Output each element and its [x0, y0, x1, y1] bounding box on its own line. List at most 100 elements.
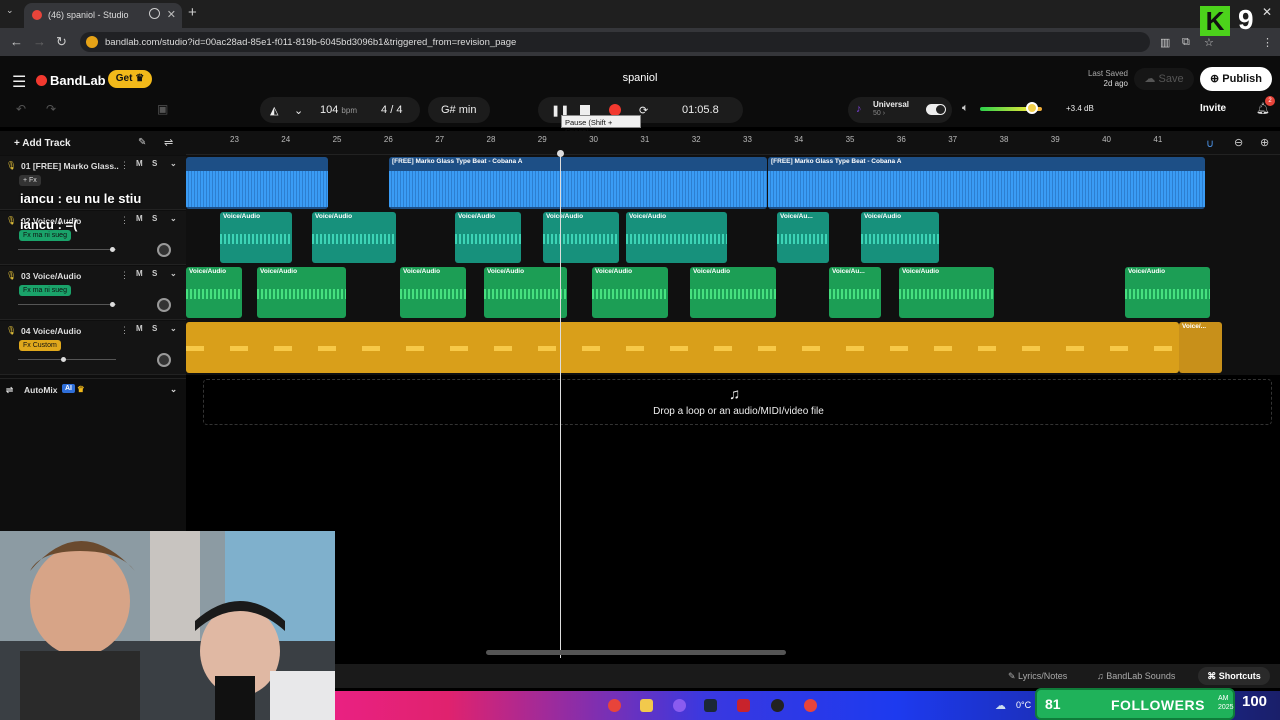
- project-title[interactable]: spaniol: [600, 72, 680, 84]
- voice-clip[interactable]: Voice/Audio: [484, 267, 567, 318]
- bandlab-logo[interactable]: BandLab: [36, 73, 106, 88]
- expand-chevron-icon[interactable]: ⌄: [170, 214, 177, 223]
- voice-clip[interactable]: Voice/Au...: [777, 212, 829, 263]
- track-name[interactable]: 01 [FREE] Marko Glass...: [21, 161, 119, 171]
- chrome-icon[interactable]: [608, 699, 621, 712]
- time-signature[interactable]: 4 / 4: [381, 104, 402, 116]
- bandlab-sounds-button[interactable]: ♫ BandLab Sounds: [1097, 671, 1175, 681]
- voice-clip[interactable]: Voice/Audio: [312, 212, 396, 263]
- expand-chevron-icon[interactable]: ⌄: [170, 324, 177, 333]
- expand-chevron-icon[interactable]: ⌄: [170, 159, 177, 168]
- beat-clip[interactable]: [FREE] Marko Glass Type Beat - Cobana A: [389, 157, 767, 209]
- publish-button[interactable]: ⊕ Publish: [1200, 67, 1272, 91]
- lyrics-notes-button[interactable]: ✎ Lyrics/Notes: [1008, 671, 1067, 682]
- bpm-field[interactable]: 104 bpm: [320, 104, 357, 116]
- reading-mode-icon[interactable]: ▥: [1160, 36, 1170, 49]
- window-close-icon[interactable]: ✕: [1262, 5, 1272, 19]
- edit-icon[interactable]: ✎: [138, 137, 146, 148]
- add-track-button[interactable]: + Add Track: [14, 138, 71, 149]
- forward-icon[interactable]: →: [33, 34, 46, 49]
- reload-icon[interactable]: ↻: [56, 34, 67, 50]
- tab-search-icon[interactable]: ⌄: [6, 5, 14, 16]
- expand-chevron-icon[interactable]: ⌄: [170, 269, 177, 278]
- pan-knob[interactable]: [157, 243, 171, 257]
- chrome-alt-icon[interactable]: [804, 699, 817, 712]
- solo-button[interactable]: S: [152, 159, 157, 168]
- metronome-dropdown-icon[interactable]: ⌄: [294, 104, 303, 117]
- drop-zone[interactable]: ♫ Drop a loop or an audio/MIDI/video fil…: [203, 379, 1272, 425]
- browser-menu-icon[interactable]: ⋮: [1262, 36, 1273, 49]
- menu-icon[interactable]: ☰: [12, 72, 26, 92]
- save-button[interactable]: ☁ Save: [1134, 68, 1194, 90]
- voice-clip[interactable]: Voice/Audio: [899, 267, 994, 318]
- track-settings-icon[interactable]: ⇌: [164, 136, 173, 149]
- browser-tab[interactable]: (46) spaniol - Studio ✕: [24, 3, 182, 28]
- voice-clip[interactable]: Voice/Audio: [400, 267, 466, 318]
- preset-toggle[interactable]: [926, 104, 946, 115]
- voice-clip[interactable]: Voice/Audio: [455, 212, 521, 263]
- volume-fader[interactable]: [18, 247, 116, 252]
- tab-audio-icon[interactable]: [149, 8, 160, 19]
- stop-icon[interactable]: [580, 105, 590, 115]
- solo-button[interactable]: S: [152, 269, 157, 278]
- key-selector[interactable]: G# min: [428, 97, 490, 123]
- track-more-icon[interactable]: ⋮: [120, 215, 129, 226]
- get-membership-button[interactable]: Get ♛: [108, 70, 152, 88]
- obs-icon[interactable]: [771, 699, 784, 712]
- back-icon[interactable]: ←: [10, 34, 23, 49]
- discord-icon[interactable]: [673, 699, 686, 712]
- mute-button[interactable]: M: [136, 269, 143, 278]
- pan-knob[interactable]: [157, 298, 171, 312]
- voice-clip-long[interactable]: [186, 322, 1179, 373]
- timeline-ruler[interactable]: ∪ ⊖ ⊕ 23 24 25 26 27 28 29 30 31 32 33 34 35 36 37 38 39…: [186, 131, 1280, 155]
- fader-knob[interactable]: [110, 247, 115, 252]
- track-more-icon[interactable]: ⋮: [120, 325, 129, 336]
- fader-knob[interactable]: [61, 357, 66, 362]
- new-tab-icon[interactable]: +: [188, 4, 197, 21]
- track-name[interactable]: 03 Voice/Audio: [21, 271, 119, 281]
- playhead[interactable]: [560, 153, 561, 658]
- track-lanes[interactable]: [FREE] Marko Glass Type Beat - Cobana A …: [186, 155, 1280, 375]
- voice-clip[interactable]: Voice/Audio: [186, 267, 242, 318]
- voice-clip[interactable]: Voice/Audio: [543, 212, 619, 263]
- beat-clip[interactable]: [FREE] Marko Glass Type Beat - Cobana A: [768, 157, 1205, 209]
- invite-button[interactable]: Invite: [1200, 103, 1226, 114]
- volume-fader[interactable]: [18, 357, 116, 362]
- fader-knob[interactable]: [110, 302, 115, 307]
- zoom-in-icon[interactable]: ⊕: [1260, 136, 1269, 149]
- automix-row[interactable]: ⇌ AutoMix AI ♛ ⌄: [0, 378, 186, 402]
- fx-button[interactable]: Fx ma ni sueg: [19, 285, 71, 296]
- preset-group[interactable]: ♪ Universal 50 ›: [848, 97, 952, 123]
- mute-button[interactable]: M: [136, 214, 143, 223]
- snap-magnet-icon[interactable]: ∪: [1206, 137, 1214, 150]
- track-header-04[interactable]: 🎙︎ 04 Voice/Audio Fx Custom ⋮ M S ⌄: [0, 321, 186, 375]
- horizontal-scrollbar[interactable]: [486, 650, 786, 655]
- master-volume-knob[interactable]: [1026, 102, 1038, 114]
- track-name[interactable]: 04 Voice/Audio: [21, 326, 119, 336]
- track-header-03[interactable]: 🎙︎ 03 Voice/Audio Fx ma ni sueg ⋮ M S ⌄: [0, 266, 186, 320]
- fx-button[interactable]: Fx Custom: [19, 340, 61, 351]
- mute-button[interactable]: M: [136, 159, 143, 168]
- zoom-out-icon[interactable]: ⊖: [1234, 136, 1243, 149]
- voice-clip[interactable]: Voice/Audio: [690, 267, 776, 318]
- track-more-icon[interactable]: ⋮: [120, 160, 129, 171]
- steam-icon[interactable]: [704, 699, 717, 712]
- volume-fader[interactable]: [18, 302, 116, 307]
- pan-knob[interactable]: [157, 353, 171, 367]
- voice-clip[interactable]: Voice/Audio: [220, 212, 292, 263]
- solo-button[interactable]: S: [152, 214, 157, 223]
- tab-close-icon[interactable]: ✕: [167, 8, 176, 21]
- voice-clip[interactable]: Voice/Audio: [1125, 267, 1210, 318]
- speaker-icon[interactable]: 🔈︎: [962, 102, 969, 115]
- track-more-icon[interactable]: ⋮: [120, 270, 129, 281]
- undo-icon[interactable]: ↶: [16, 102, 26, 116]
- voice-clip[interactable]: Voice/Audio: [861, 212, 939, 263]
- voicemeeter-icon[interactable]: [737, 699, 750, 712]
- voice-clip[interactable]: Voice/Audio: [626, 212, 727, 263]
- bookmark-star-icon[interactable]: ☆: [1204, 36, 1214, 49]
- redo-icon[interactable]: ↷: [46, 102, 56, 116]
- mute-button[interactable]: M: [136, 324, 143, 333]
- shortcuts-button[interactable]: ⌘ Shortcuts: [1198, 667, 1270, 685]
- voice-clip[interactable]: Voice/Audio: [257, 267, 346, 318]
- voice-clip-end[interactable]: Voice/...: [1179, 322, 1222, 373]
